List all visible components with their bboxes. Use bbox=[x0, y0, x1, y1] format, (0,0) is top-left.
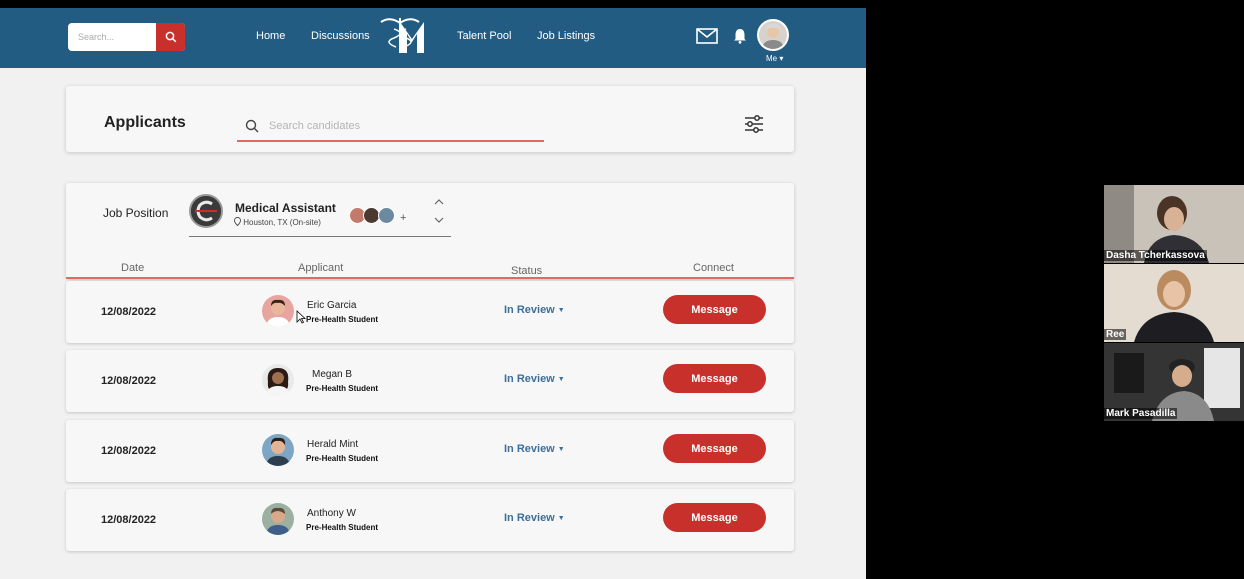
applicant-subtitle: Pre-Health Student bbox=[306, 384, 379, 393]
column-header-applicant: Applicant bbox=[298, 262, 344, 274]
message-button[interactable]: Message bbox=[663, 503, 766, 532]
caret-down-icon: ▼ bbox=[557, 376, 565, 383]
search-icon bbox=[165, 31, 176, 43]
search-icon bbox=[245, 119, 259, 133]
nav-search-button[interactable] bbox=[156, 23, 185, 51]
applicant-avatar[interactable] bbox=[262, 503, 294, 535]
user-avatar[interactable] bbox=[757, 19, 789, 51]
mail-icon[interactable] bbox=[696, 28, 718, 44]
status-dropdown[interactable]: In Review ▼ bbox=[504, 443, 565, 455]
applicant-subtitle: Pre-Health Student bbox=[306, 523, 379, 532]
applicants-header-card: Applicants Search candidates bbox=[66, 86, 794, 152]
participant-name: Dasha Tcherkassova bbox=[1104, 250, 1207, 261]
status-value: In Review bbox=[504, 443, 555, 455]
candidate-search[interactable]: Search candidates bbox=[237, 117, 544, 142]
nav-link-talent-pool[interactable]: Talent Pool bbox=[457, 30, 511, 42]
chevron-down-icon[interactable] bbox=[434, 217, 444, 224]
column-header-connect: Connect bbox=[693, 262, 734, 274]
applicant-photo bbox=[266, 368, 290, 396]
job-location-text: Houston, TX (On-site) bbox=[243, 218, 321, 227]
job-company-logo bbox=[189, 194, 223, 228]
caret-down-icon: ▼ bbox=[557, 446, 565, 453]
job-title[interactable]: Medical Assistant bbox=[235, 201, 336, 215]
plus-icon[interactable]: + bbox=[400, 212, 406, 224]
applicant-date: 12/08/2022 bbox=[101, 375, 157, 387]
site-logo[interactable] bbox=[380, 17, 434, 55]
column-header-date: Date bbox=[121, 262, 145, 274]
column-header-status: Status bbox=[511, 265, 543, 277]
video-tile[interactable]: Dasha Tcherkassova bbox=[1104, 185, 1244, 263]
video-tile[interactable]: Ree bbox=[1104, 264, 1244, 342]
table-row: 12/08/2022 Herald Mint Pre-Health Studen… bbox=[66, 420, 794, 482]
user-avatar-image bbox=[762, 23, 784, 49]
applicant-avatar[interactable] bbox=[262, 295, 294, 327]
applicant-name[interactable]: Herald Mint bbox=[307, 439, 358, 450]
status-value: In Review bbox=[504, 512, 555, 524]
applicant-subtitle: Pre-Health Student bbox=[306, 454, 379, 463]
applicant-date: 12/08/2022 bbox=[101, 514, 157, 526]
job-position-card: Job Position Medical Assistant Houston, … bbox=[66, 183, 794, 279]
applicant-name[interactable]: Anthony W bbox=[307, 508, 356, 519]
me-menu[interactable]: Me ▾ bbox=[766, 54, 783, 63]
message-button[interactable]: Message bbox=[663, 295, 766, 324]
table-row: 12/08/2022 Megan B Pre-Health Student In… bbox=[66, 350, 794, 412]
applicant-avatar[interactable] bbox=[262, 364, 294, 396]
nav-link-home[interactable]: Home bbox=[256, 30, 285, 42]
applicant-avatar[interactable] bbox=[262, 434, 294, 466]
status-dropdown[interactable]: In Review ▼ bbox=[504, 373, 565, 385]
filter-sliders-icon[interactable] bbox=[744, 115, 764, 133]
message-button[interactable]: Message bbox=[663, 364, 766, 393]
applicant-photo bbox=[266, 507, 290, 535]
job-location: Houston, TX (On-site) bbox=[234, 217, 321, 227]
caret-down-icon: ▼ bbox=[557, 307, 565, 314]
company-logo-image bbox=[191, 196, 221, 226]
applicant-mini-avatar bbox=[378, 207, 395, 224]
applicant-photo bbox=[266, 437, 290, 466]
applicant-date: 12/08/2022 bbox=[101, 306, 157, 318]
table-row: 12/08/2022 Eric Garcia Pre-Health Studen… bbox=[66, 281, 794, 343]
table-header-divider bbox=[66, 277, 794, 279]
job-position-label: Job Position bbox=[103, 206, 169, 220]
status-value: In Review bbox=[504, 304, 555, 316]
applicant-subtitle: Pre-Health Student bbox=[306, 315, 379, 324]
nav-link-discussions[interactable]: Discussions bbox=[311, 30, 370, 42]
chevron-up-icon[interactable] bbox=[434, 198, 444, 205]
location-pin-icon bbox=[234, 217, 241, 227]
job-position-divider bbox=[189, 236, 451, 237]
nav-search-input[interactable]: Search... bbox=[78, 32, 114, 42]
app-screen: Search... Home Discussions Talent Pool J… bbox=[0, 8, 866, 579]
table-row: 12/08/2022 Anthony W Pre-Health Student … bbox=[66, 489, 794, 551]
page-title: Applicants bbox=[104, 114, 186, 131]
status-dropdown[interactable]: In Review ▼ bbox=[504, 304, 565, 316]
participant-name: Mark Pasadilla bbox=[1104, 408, 1178, 419]
mouse-cursor-icon bbox=[296, 310, 306, 324]
applicant-name[interactable]: Eric Garcia bbox=[307, 300, 356, 311]
top-navbar: Search... Home Discussions Talent Pool J… bbox=[0, 8, 866, 68]
candidate-search-input[interactable]: Search candidates bbox=[269, 120, 360, 132]
nav-search[interactable]: Search... bbox=[68, 23, 185, 51]
applicant-name[interactable]: Megan B bbox=[312, 369, 352, 380]
applicant-date: 12/08/2022 bbox=[101, 445, 157, 457]
status-dropdown[interactable]: In Review ▼ bbox=[504, 512, 565, 524]
applicant-photo bbox=[266, 299, 290, 327]
nav-link-job-listings[interactable]: Job Listings bbox=[537, 30, 595, 42]
status-value: In Review bbox=[504, 373, 555, 385]
video-tile[interactable]: Mark Pasadilla bbox=[1104, 343, 1244, 421]
bell-icon[interactable] bbox=[733, 28, 747, 44]
message-button[interactable]: Message bbox=[663, 434, 766, 463]
caret-down-icon: ▼ bbox=[557, 515, 565, 522]
participant-name: Ree bbox=[1104, 329, 1127, 340]
